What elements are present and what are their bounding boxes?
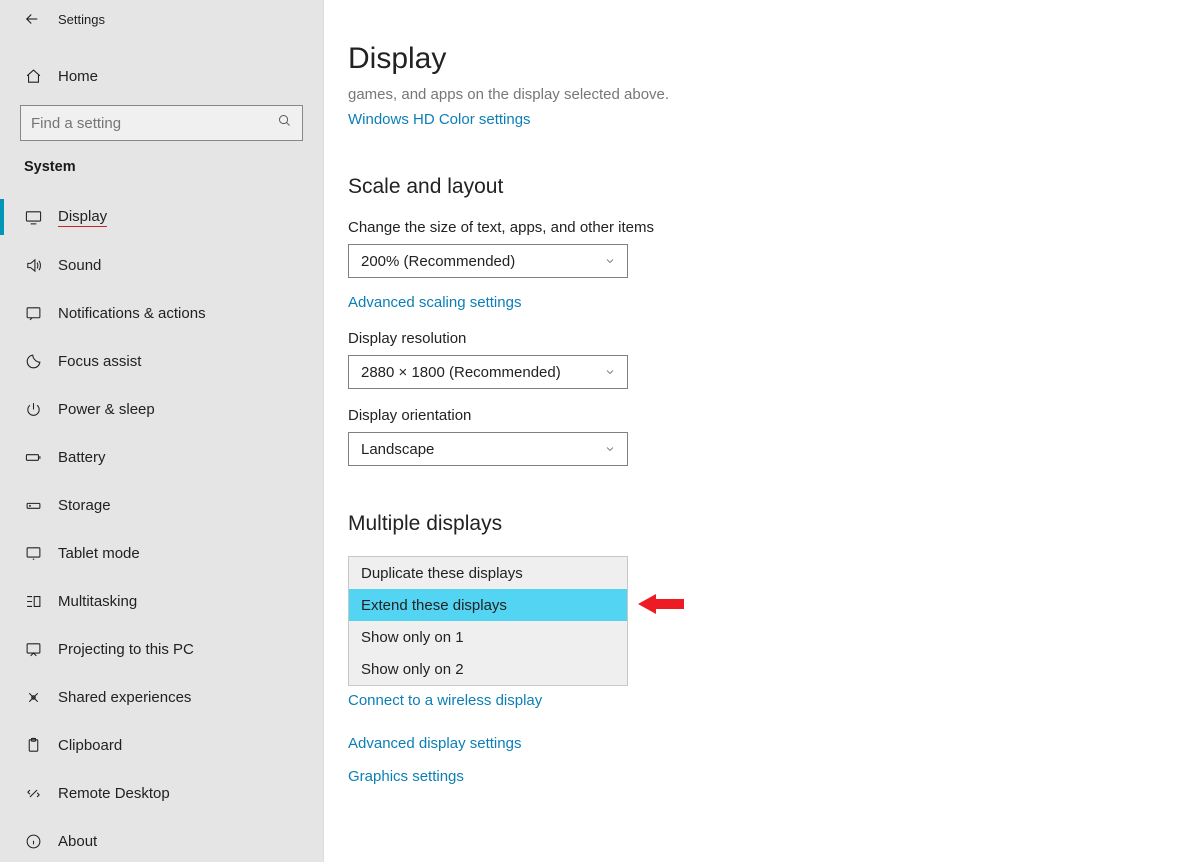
power-icon [24,401,42,418]
sound-icon [24,257,42,274]
link-advanced-display-settings[interactable]: Advanced display settings [348,735,1188,752]
display-icon [24,209,42,226]
multitasking-icon [24,593,42,610]
shared-experiences-icon [24,689,42,706]
nav-label: Tablet mode [58,545,140,562]
sidebar-item-projecting[interactable]: Projecting to this PC [0,625,323,673]
link-graphics-settings[interactable]: Graphics settings [348,768,1188,785]
nav-label: Focus assist [58,353,141,370]
label-display-resolution: Display resolution [348,330,1188,347]
nav-list: Display Sound Notifications & actions Fo… [0,193,323,865]
main-content: Display games, and apps on the display s… [324,0,1188,862]
combo-display-resolution[interactable]: 2880 × 1800 (Recommended) [348,355,628,389]
option-show-only-1[interactable]: Show only on 1 [349,621,627,653]
nav-label: Notifications & actions [58,305,206,322]
category-system: System [0,145,323,181]
sidebar-top-bar: Settings [0,0,323,38]
sidebar-item-about[interactable]: About [0,817,323,865]
tablet-mode-icon [24,545,42,562]
page-subdesc: games, and apps on the display selected … [348,86,1188,103]
label-display-orientation: Display orientation [348,407,1188,424]
dropdown-multiple-displays[interactable]: Duplicate these displays Extend these di… [348,556,628,686]
sidebar-item-notifications[interactable]: Notifications & actions [0,289,323,337]
option-extend-displays[interactable]: Extend these displays [349,589,627,621]
nav-label: Storage [58,497,111,514]
combo-resolution-value: 2880 × 1800 (Recommended) [349,364,593,381]
projecting-icon [24,641,42,658]
heading-multiple-displays: Multiple displays [348,512,1188,536]
section-multiple-displays: Multiple displays Duplicate these displa… [348,512,1188,785]
sidebar-item-clipboard[interactable]: Clipboard [0,721,323,769]
heading-scale-layout: Scale and layout [348,175,1188,199]
search-container [0,95,323,145]
nav-label: Display [58,208,107,227]
sidebar-item-storage[interactable]: Storage [0,481,323,529]
nav-label: Battery [58,449,106,466]
back-button[interactable] [14,1,50,37]
storage-icon [24,497,42,514]
nav-label: Shared experiences [58,689,191,706]
nav-label: Power & sleep [58,401,155,418]
label-text-size: Change the size of text, apps, and other… [348,219,1188,236]
option-duplicate-displays[interactable]: Duplicate these displays [349,557,627,589]
sidebar-item-multitasking[interactable]: Multitasking [0,577,323,625]
nav-label: Projecting to this PC [58,641,194,658]
focus-assist-icon [24,353,42,370]
notifications-icon [24,305,42,322]
sidebar-item-tablet-mode[interactable]: Tablet mode [0,529,323,577]
nav-label: About [58,833,97,850]
nav-label: Sound [58,257,101,274]
search-input[interactable] [21,115,302,132]
search-box[interactable] [20,105,303,141]
links-after-multiple: Connect to a wireless display Advanced d… [348,692,1188,785]
sidebar-item-shared-experiences[interactable]: Shared experiences [0,673,323,721]
search-icon [277,113,292,133]
sidebar-item-remote-desktop[interactable]: Remote Desktop [0,769,323,817]
nav-label: Remote Desktop [58,785,170,802]
combo-text-size[interactable]: 200% (Recommended) [348,244,628,278]
sidebar-item-display[interactable]: Display [0,193,323,241]
home-label: Home [58,68,98,85]
battery-icon [24,449,42,466]
option-show-only-2[interactable]: Show only on 2 [349,653,627,685]
section-scale-layout: Scale and layout Change the size of text… [348,175,1188,466]
red-arrow-annotation-icon [638,592,684,616]
combo-text-size-value: 200% (Recommended) [349,253,593,270]
back-arrow-icon [23,10,41,28]
link-connect-wireless-display[interactable]: Connect to a wireless display [348,692,1188,709]
clipboard-icon [24,737,42,754]
sidebar-item-focus-assist[interactable]: Focus assist [0,337,323,385]
remote-desktop-icon [24,785,42,802]
chevron-down-icon [593,255,627,267]
sidebar-item-battery[interactable]: Battery [0,433,323,481]
sidebar-item-sound[interactable]: Sound [0,241,323,289]
combo-orientation-value: Landscape [349,441,593,458]
page-title: Display [348,42,1188,76]
sidebar-item-power-sleep[interactable]: Power & sleep [0,385,323,433]
chevron-down-icon [593,366,627,378]
combo-display-orientation[interactable]: Landscape [348,432,628,466]
nav-label: Clipboard [58,737,122,754]
about-icon [24,833,42,850]
home-icon [24,68,42,85]
nav-label: Multitasking [58,593,137,610]
sidebar-item-home[interactable]: Home [0,58,323,95]
link-hd-color-settings[interactable]: Windows HD Color settings [348,111,531,128]
settings-title: Settings [58,12,105,27]
settings-sidebar: Settings Home System Display Sound [0,0,324,862]
link-advanced-scaling[interactable]: Advanced scaling settings [348,294,521,311]
chevron-down-icon [593,443,627,455]
